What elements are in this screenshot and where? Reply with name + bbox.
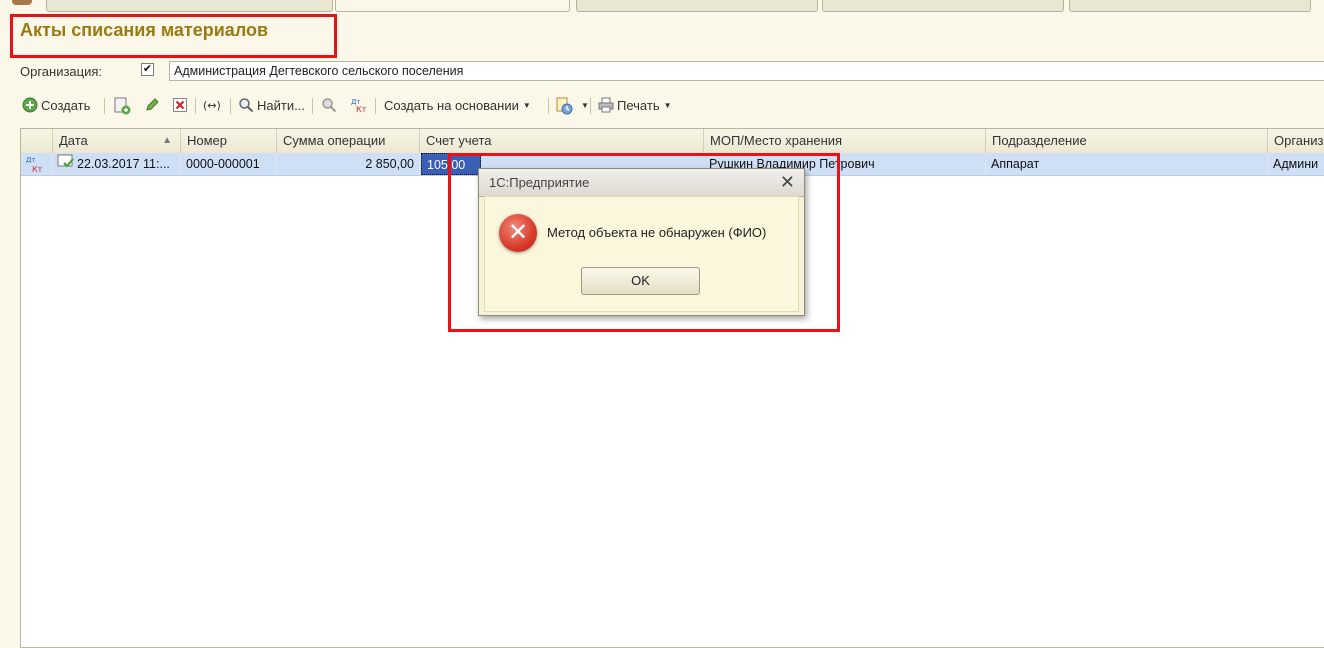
- delete-button[interactable]: [172, 92, 191, 118]
- column-header-account[interactable]: Счет учета: [420, 129, 704, 153]
- chevron-down-icon: ▼: [663, 100, 672, 110]
- column-header-sum[interactable]: Сумма операции: [277, 129, 420, 153]
- window-tab-4[interactable]: [822, 0, 1064, 12]
- organization-label: Организация:: [20, 64, 103, 79]
- toolbar: Создать (↔) Найти... Дт Кт Создать на ос…: [20, 92, 1320, 118]
- printer-icon: [598, 97, 614, 113]
- cell-department: Аппарат: [986, 153, 1268, 175]
- dialog-body: ✕ Метод объекта не обнаружен (ФИО) OK: [484, 196, 799, 312]
- chevron-down-icon: ▼: [581, 100, 589, 110]
- ok-button[interactable]: OK: [581, 267, 700, 295]
- table-header: Дата ▲ Номер Сумма операции Счет учета М…: [21, 129, 1324, 154]
- print-label: Печать: [617, 97, 660, 113]
- column-header-mop[interactable]: МОП/Место хранения: [704, 129, 986, 153]
- svg-text:(↔): (↔): [203, 99, 221, 112]
- app-logo-icon: [12, 0, 32, 5]
- posted-document-icon: [57, 153, 75, 175]
- close-icon[interactable]: ✕: [780, 172, 795, 193]
- delete-icon: [172, 97, 188, 113]
- dt-kt-icon: Дт Кт: [350, 97, 368, 114]
- search-icon: [238, 97, 254, 113]
- toolbar-separator: [195, 98, 196, 114]
- document-structure-icon: [556, 97, 574, 115]
- column-header-organization[interactable]: Организ: [1268, 129, 1324, 153]
- dt-kt-icon: Дт Кт: [21, 153, 53, 175]
- toolbar-separator: [230, 98, 231, 114]
- toolbar-separator: [590, 98, 591, 114]
- pencil-icon: [144, 97, 160, 113]
- post-button[interactable]: (↔): [203, 92, 226, 118]
- chevron-down-icon: ▼: [522, 100, 531, 110]
- copy-button[interactable]: [113, 92, 132, 118]
- structure-button[interactable]: ▼: [556, 92, 589, 118]
- organization-field[interactable]: Администрация Дегтевского сельского посе…: [169, 61, 1324, 81]
- svg-text:Кт: Кт: [356, 105, 367, 113]
- cancel-search-button[interactable]: [321, 92, 340, 118]
- post-icon: (↔): [203, 97, 223, 113]
- toolbar-separator: [312, 98, 313, 114]
- create-based-on-label: Создать на основании: [384, 97, 519, 113]
- column-header-date[interactable]: Дата ▲: [53, 129, 181, 153]
- print-button[interactable]: Печать ▼: [598, 92, 672, 118]
- window-tab-1[interactable]: [46, 0, 333, 12]
- window-tab-active[interactable]: [335, 0, 570, 12]
- create-based-on-button[interactable]: Создать на основании ▼: [384, 92, 531, 118]
- cell-sum: 2 850,00: [277, 153, 420, 175]
- page-title: Акты списания материалов: [20, 20, 269, 40]
- svg-text:Кт: Кт: [32, 165, 43, 174]
- toolbar-separator: [375, 98, 376, 114]
- dialog-message: Метод объекта не обнаружен (ФИО): [547, 225, 767, 240]
- error-icon: ✕: [499, 214, 537, 252]
- dialog-titlebar[interactable]: 1С:Предприятие ✕: [479, 169, 804, 197]
- column-header-number[interactable]: Номер: [181, 129, 277, 153]
- cell-date: 22.03.2017 11:...: [53, 153, 181, 175]
- column-header-icon: [21, 129, 53, 153]
- toolbar-separator: [548, 98, 549, 114]
- create-label: Создать: [41, 97, 91, 113]
- cell-account[interactable]: 105.00: [421, 153, 481, 175]
- column-header-department[interactable]: Подразделение: [986, 129, 1268, 153]
- find-label: Найти...: [257, 97, 305, 113]
- window-tab-strip: [0, 0, 1324, 12]
- copy-document-icon: [113, 97, 131, 115]
- window-tab-5[interactable]: [1069, 0, 1311, 12]
- toolbar-separator: [104, 98, 105, 114]
- error-dialog: 1С:Предприятие ✕ ✕ Метод объекта не обна…: [478, 168, 805, 316]
- find-button[interactable]: Найти...: [238, 92, 305, 118]
- dialog-title: 1С:Предприятие: [489, 175, 590, 190]
- create-button[interactable]: Создать: [22, 92, 90, 118]
- cell-number: 0000-000001: [181, 153, 277, 175]
- edit-button[interactable]: [144, 92, 163, 118]
- svg-text:Дт: Дт: [26, 156, 36, 164]
- dt-kt-button[interactable]: Дт Кт: [350, 92, 371, 118]
- cancel-search-icon: [321, 97, 337, 113]
- organization-filter-checkbox[interactable]: ✔: [141, 63, 154, 76]
- window-tab-3[interactable]: [576, 0, 818, 12]
- add-icon: [22, 97, 38, 113]
- sort-icon: ▲: [162, 135, 172, 146]
- cell-organization: Админи: [1268, 153, 1324, 175]
